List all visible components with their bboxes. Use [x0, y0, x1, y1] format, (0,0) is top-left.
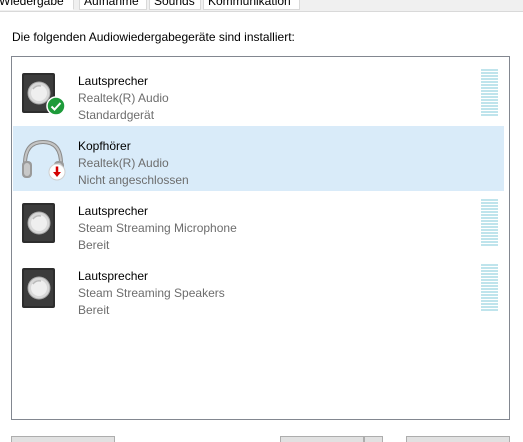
properties-button[interactable] [406, 436, 510, 442]
volume-meter [481, 69, 498, 117]
device-driver: Realtek(R) Audio [78, 156, 169, 170]
volume-meter [481, 264, 498, 312]
tab-strip: Wiedergabe Aufnahme Sounds Kommunikation [0, 0, 523, 12]
device-driver: Realtek(R) Audio [78, 91, 169, 105]
device-item-lautsprecher-steam-mic[interactable]: Lautsprecher Steam Streaming Microphone … [13, 191, 504, 256]
device-status: Bereit [78, 238, 110, 252]
speaker-icon [19, 71, 69, 121]
disconnected-arrow-icon [48, 163, 66, 184]
tab-wiedergabe[interactable]: Wiedergabe [0, 0, 74, 10]
speaker-icon [19, 201, 69, 251]
device-status: Nicht angeschlossen [78, 173, 189, 187]
device-status: Bereit [78, 303, 110, 317]
volume-meter [481, 199, 498, 247]
device-name: Lautsprecher [78, 204, 149, 218]
set-default-button[interactable] [280, 436, 364, 442]
instruction-text: Die folgenden Audiowiedergabegeräte sind… [12, 30, 295, 44]
tab-kommunikation[interactable]: Kommunikation [203, 0, 300, 10]
headphones-icon [19, 136, 69, 186]
device-item-lautsprecher-realtek[interactable]: Lautsprecher Realtek(R) Audio Standardge… [13, 61, 504, 126]
device-list[interactable]: Lautsprecher Realtek(R) Audio Standardge… [11, 56, 510, 420]
device-name: Lautsprecher [78, 74, 149, 88]
tab-sounds[interactable]: Sounds [149, 0, 201, 10]
configure-button[interactable] [11, 436, 115, 442]
device-item-lautsprecher-steam-speakers[interactable]: Lautsprecher Steam Streaming Speakers Be… [13, 256, 504, 321]
device-name: Lautsprecher [78, 269, 149, 283]
speaker-icon [19, 266, 69, 316]
device-status: Standardgerät [78, 108, 155, 122]
device-driver: Steam Streaming Microphone [78, 221, 237, 235]
sound-dialog: Wiedergabe Aufnahme Sounds Kommunikation… [0, 0, 523, 442]
set-default-dropdown-button[interactable] [364, 436, 383, 442]
device-driver: Steam Streaming Speakers [78, 286, 225, 300]
default-check-icon [46, 96, 66, 119]
device-name: Kopfhörer [78, 139, 131, 153]
tab-aufnahme[interactable]: Aufnahme [79, 0, 147, 10]
device-item-kopfhoerer[interactable]: Kopfhörer Realtek(R) Audio Nicht angesch… [13, 126, 504, 191]
